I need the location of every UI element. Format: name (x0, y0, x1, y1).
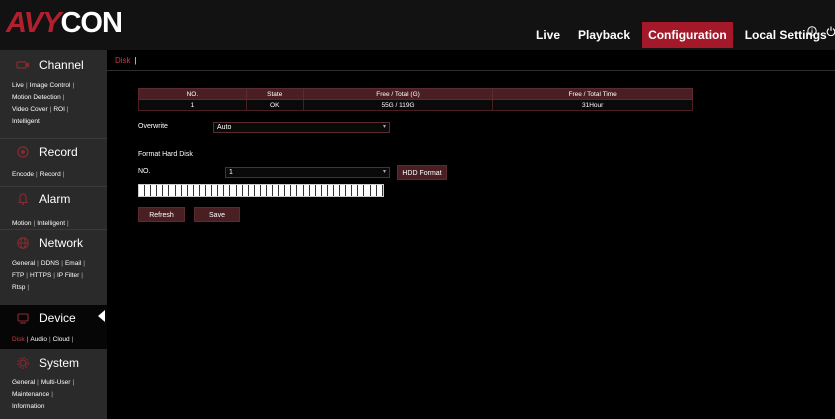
sidebar-links-device: Disk | Audio | Cloud | (12, 336, 74, 343)
table-row[interactable]: 1 OK 55G / 119G 31Hour (138, 99, 693, 111)
sidebar-head-system[interactable]: System (0, 352, 107, 374)
nav-live[interactable]: Live (530, 22, 566, 48)
tab-bar: Disk | (115, 56, 137, 65)
column-header-free-total-g: Free / Total (G) (302, 88, 494, 100)
sidebar-item-motion[interactable]: Motion (12, 220, 32, 227)
column-header-no: NO. (138, 88, 247, 100)
sidebar-title-channel: Channel (39, 58, 84, 72)
overwrite-label: Overwrite (138, 123, 168, 130)
sidebar-group-alarm: Alarm Motion | Intelligent | (0, 188, 107, 230)
sidebar-group-device: Device Disk | Audio | Cloud | (0, 305, 107, 349)
sidebar-divider (0, 186, 107, 187)
sidebar-group-network: Network General | DDNS | Email | FTP | HTTPS | IP… (0, 232, 107, 294)
brand-logo: AVY CON (6, 6, 123, 39)
sidebar-item-rtsp[interactable]: Rtsp (12, 284, 25, 291)
sidebar-head-alarm[interactable]: Alarm (0, 188, 107, 210)
sidebar-item-ip-filter[interactable]: IP Filter (57, 272, 79, 279)
main-content: Disk | NO. State Free / Total (G) Free /… (107, 50, 835, 419)
disk-table: NO. State Free / Total (G) Free / Total … (138, 88, 693, 111)
tab-disk[interactable]: Disk (115, 56, 131, 65)
sidebar-item-roi[interactable]: ROI (53, 106, 65, 113)
cell-free-total-g: 55G / 119G (302, 99, 494, 111)
sidebar-item-system-general[interactable]: General (12, 379, 35, 386)
camera-icon (16, 58, 30, 72)
sidebar-group-record: Record Encode | Record | (0, 141, 107, 181)
alarm-icon (16, 192, 30, 206)
chevron-down-icon: ▾ (382, 124, 386, 130)
sidebar-links-network: General | DDNS | Email | FTP | HTTPS | IP Filter |… (12, 260, 85, 291)
chevron-down-icon: ▾ (382, 169, 386, 175)
sidebar-item-ftp[interactable]: FTP (12, 272, 24, 279)
sidebar-item-multi-user[interactable]: Multi-User (41, 379, 71, 386)
sidebar-links-channel: Live | Image Control | Motion Detection | Vi… (12, 82, 75, 125)
sidebar-head-record[interactable]: Record (0, 141, 107, 163)
format-progress-bar (138, 184, 384, 197)
tab-underline (107, 70, 835, 71)
main-nav: Live Playback Configuration Local Settin… (530, 22, 833, 48)
sidebar-item-ddns[interactable]: DDNS (41, 260, 59, 267)
sidebar-item-live[interactable]: Live (12, 82, 24, 89)
device-icon (16, 311, 30, 325)
record-icon (16, 145, 30, 159)
sidebar-item-record[interactable]: Record (40, 171, 61, 178)
sidebar-divider (0, 138, 107, 139)
cell-no: 1 (138, 99, 247, 111)
sidebar-title-system: System (39, 356, 80, 370)
overwrite-value: Auto (217, 124, 232, 131)
sidebar: Channel Live | Image Control | Motion Detec… (0, 50, 107, 419)
tab-separator: | (134, 56, 137, 65)
overwrite-select[interactable]: Auto ▾ (213, 122, 390, 133)
sidebar-title-record: Record (39, 145, 78, 159)
sidebar-head-network[interactable]: Network (0, 232, 107, 254)
sidebar-item-audio[interactable]: Audio (30, 336, 47, 343)
table-header-row: NO. State Free / Total (G) Free / Total … (138, 88, 693, 100)
sidebar-head-channel[interactable]: Channel (0, 54, 107, 76)
top-icons (807, 26, 835, 36)
cell-free-total-time: 31Hour (492, 99, 693, 111)
nav-playback[interactable]: Playback (572, 22, 636, 48)
logo-text: CON (60, 6, 122, 39)
sidebar-group-system: System General | Multi-User | Maintenance | … (0, 352, 107, 413)
format-disk-select[interactable]: 1 ▾ (225, 167, 390, 178)
sidebar-item-general[interactable]: General (12, 260, 35, 267)
info-icon[interactable] (807, 26, 817, 36)
nav-configuration[interactable]: Configuration (642, 22, 733, 48)
sidebar-title-device: Device (39, 311, 76, 325)
sidebar-item-video-cover[interactable]: Video Cover (12, 106, 48, 113)
save-button[interactable]: Save (194, 207, 240, 222)
sidebar-item-disk[interactable]: Disk (12, 336, 25, 343)
sidebar-item-cloud[interactable]: Cloud (53, 336, 70, 343)
sidebar-title-alarm: Alarm (39, 192, 71, 206)
sidebar-item-maintenance[interactable]: Maintenance (12, 391, 49, 398)
sidebar-item-intelligent[interactable]: Intelligent (12, 118, 40, 125)
sidebar-item-email[interactable]: Email (65, 260, 81, 267)
sidebar-item-encode[interactable]: Encode (12, 171, 34, 178)
sidebar-divider (0, 229, 107, 230)
cell-state: OK (245, 99, 304, 111)
format-hard-disk-label: Format Hard Disk (138, 151, 193, 158)
sidebar-group-channel: Channel Live | Image Control | Motion Detec… (0, 54, 107, 128)
power-icon[interactable] (826, 26, 835, 36)
system-gear-icon (16, 356, 30, 370)
sidebar-item-image-control[interactable]: Image Control (30, 82, 71, 89)
top-bar: AVY CON Live Playback Configuration Local… (0, 0, 835, 50)
column-header-free-total-time: Free / Total Time (492, 88, 693, 100)
sidebar-links-record: Encode | Record | (12, 171, 65, 178)
format-no-label: NO. (138, 168, 151, 175)
sidebar-item-alarm-intelligent[interactable]: Intelligent (37, 220, 65, 227)
format-disk-value: 1 (229, 169, 233, 176)
column-header-state: State (245, 88, 304, 100)
sidebar-item-information[interactable]: Information (12, 403, 45, 410)
logo-accent-text: AVY (6, 6, 61, 39)
sidebar-item-motion-detection[interactable]: Motion Detection (12, 94, 61, 101)
sidebar-links-system: General | Multi-User | Maintenance | Informa… (12, 379, 75, 410)
sidebar-title-network: Network (39, 236, 84, 250)
hdd-format-button[interactable]: HDD Format (397, 165, 447, 180)
network-icon (16, 236, 30, 250)
sidebar-head-device[interactable]: Device (0, 307, 107, 329)
refresh-button[interactable]: Refresh (138, 207, 185, 222)
sidebar-item-https[interactable]: HTTPS (30, 272, 51, 279)
